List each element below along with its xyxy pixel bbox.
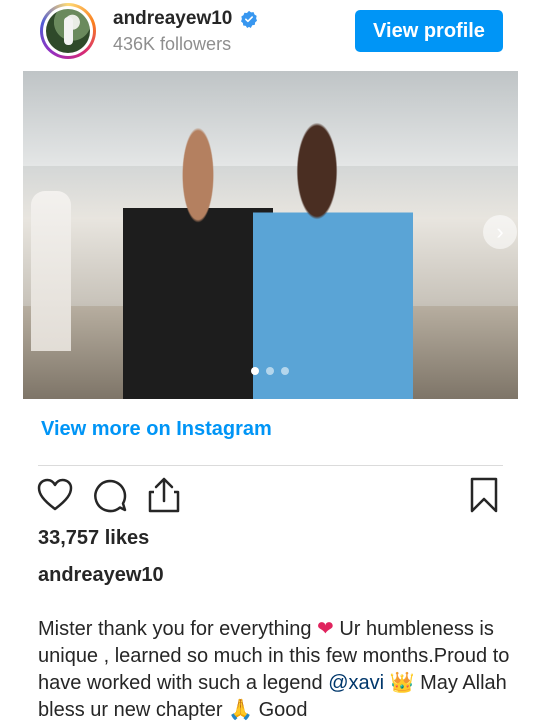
username-row: andreayew10 [113, 8, 258, 30]
heart-outline-icon[interactable] [37, 478, 73, 512]
bookmark-icon[interactable] [469, 477, 499, 513]
chevron-right-icon[interactable]: › [483, 215, 517, 249]
avatar[interactable] [40, 3, 96, 59]
caption-line-4: Good [258, 699, 308, 721]
image-background-person [31, 191, 71, 351]
image-person-right [253, 121, 413, 399]
avatar-inner [43, 6, 93, 56]
crown-emoji-icon: 👑 [389, 672, 415, 694]
image-person-left [123, 126, 273, 399]
view-more-link[interactable]: View more on Instagram [41, 418, 272, 441]
view-profile-button[interactable]: View profile [355, 10, 503, 52]
verified-badge-icon [241, 10, 258, 28]
caption-username[interactable]: andreayew10 [38, 564, 164, 587]
mention-link[interactable]: @xavi [328, 672, 384, 694]
carousel-dot [281, 367, 289, 375]
caption-line-1: Mister thank you for everything [38, 618, 312, 640]
avatar-figure [64, 17, 73, 45]
follower-count: 436K followers [113, 34, 232, 54]
carousel-dot [251, 367, 259, 375]
post-header: andreayew10 436K followers View profile [0, 0, 540, 70]
divider [38, 465, 503, 466]
red-heart-emoji-icon: ❤ [317, 618, 334, 640]
praying-hands-emoji-icon: 🙏 [228, 699, 254, 721]
comment-bubble-icon[interactable] [93, 479, 127, 513]
carousel-dot [266, 367, 274, 375]
share-upload-icon[interactable] [147, 477, 181, 513]
like-count[interactable]: 33,757 likes [38, 527, 149, 550]
caption-text: Mister thank you for everything ❤ Ur hum… [38, 616, 516, 724]
carousel-indicator [251, 367, 289, 375]
avatar-photo [46, 9, 90, 53]
username[interactable]: andreayew10 [113, 8, 232, 30]
post-image[interactable]: › [23, 71, 518, 399]
